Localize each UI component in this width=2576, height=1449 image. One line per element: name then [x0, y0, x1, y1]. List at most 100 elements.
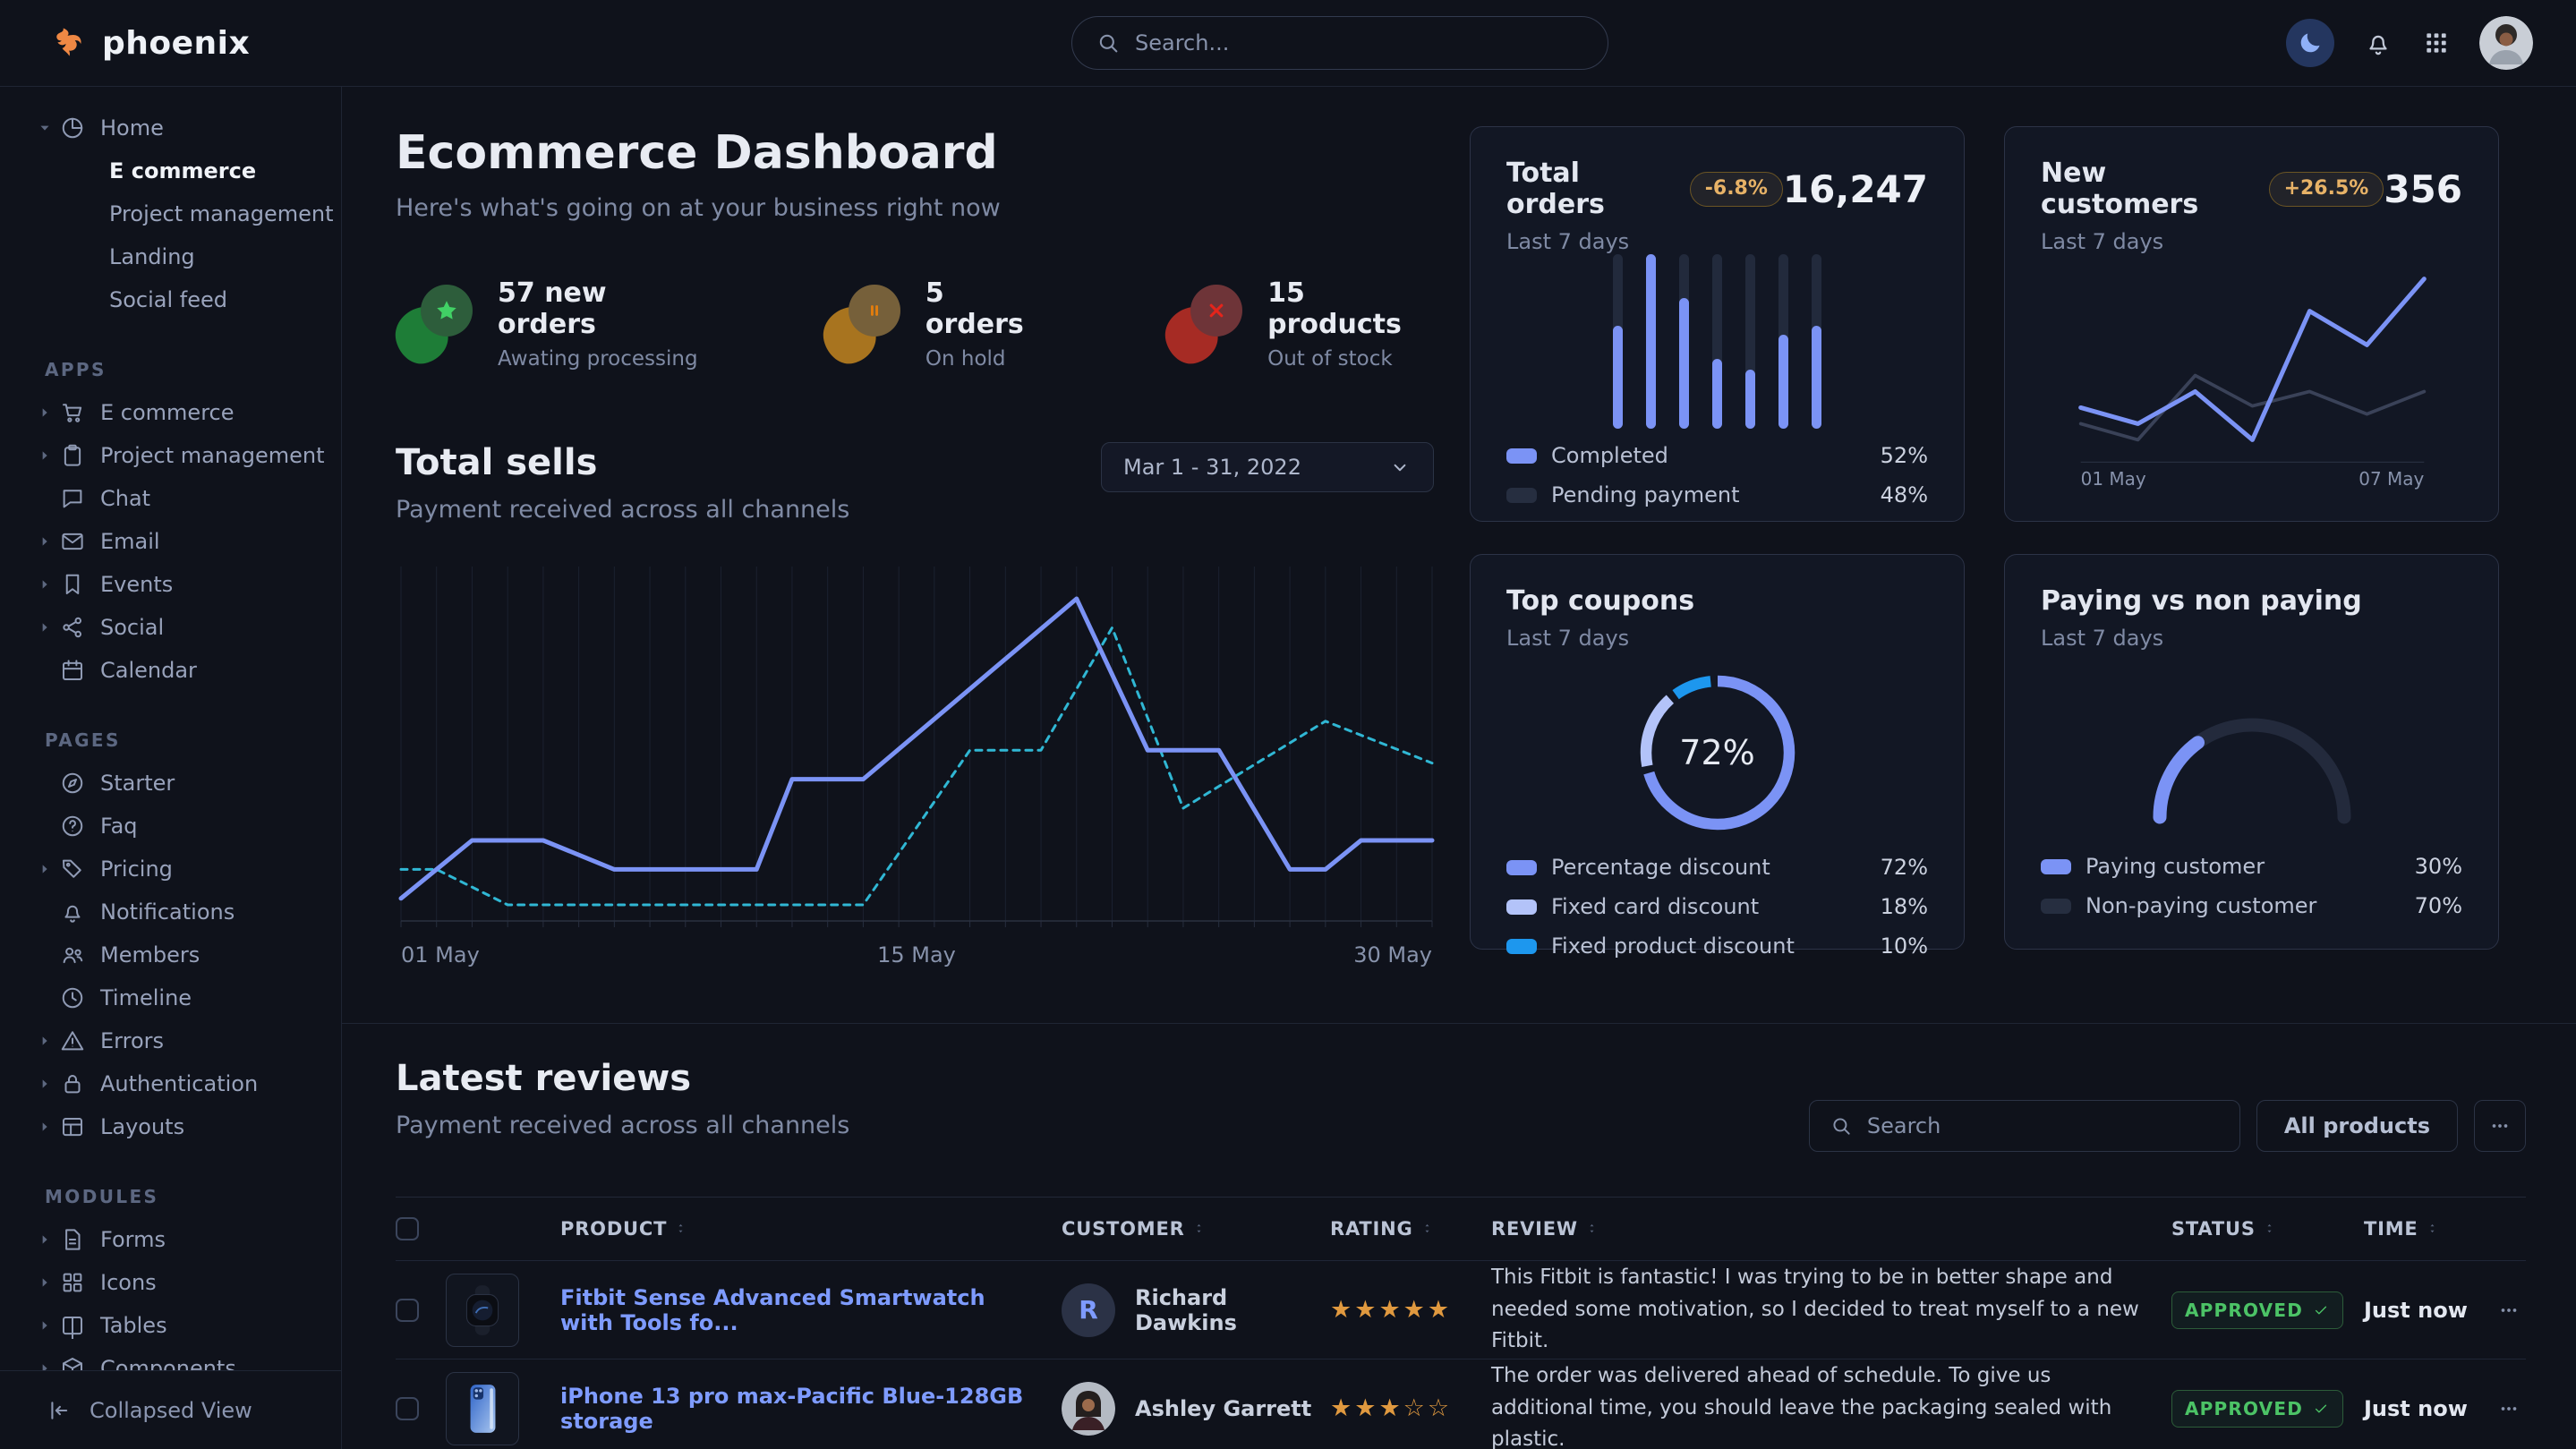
sidebar-item-e-commerce[interactable]: E commerce [0, 391, 341, 434]
column-header-status[interactable]: STATUS [2171, 1218, 2364, 1240]
sidebar: HomeE commerceProject managementLandingS… [0, 87, 342, 1449]
sidebar-item-components[interactable]: Components [0, 1347, 341, 1370]
reviews-search-input[interactable] [1867, 1113, 2220, 1138]
sidebar-item-chat[interactable]: Chat [0, 477, 341, 520]
orders-bar-chart [1506, 254, 1928, 429]
sidebar-item-timeline[interactable]: Timeline [0, 976, 341, 1019]
status-badge: APPROVED [2171, 1291, 2343, 1329]
svg-text:07 May: 07 May [2358, 468, 2424, 490]
mail-icon [59, 528, 86, 555]
column-header-product[interactable]: PRODUCT [560, 1218, 1062, 1240]
column-header-review[interactable]: REVIEW [1491, 1218, 2171, 1240]
order-bar [1712, 254, 1722, 429]
sidebar-item-pricing[interactable]: Pricing [0, 848, 341, 891]
collapse-sidebar-button[interactable]: Collapsed View [0, 1370, 341, 1449]
card-title: New customers [2041, 158, 2253, 220]
sidebar-item-project-management[interactable]: Project management [0, 434, 341, 477]
sidebar-item-email[interactable]: Email [0, 520, 341, 563]
sort-icon [2426, 1222, 2439, 1235]
legend-row: Percentage discount 72% [1506, 855, 1928, 880]
reviews-more-button[interactable] [2474, 1100, 2526, 1152]
legend-row: Paying customer 30% [2041, 854, 2462, 879]
customer-avatar: R [1062, 1283, 1115, 1337]
column-header-customer[interactable]: CUSTOMER [1062, 1218, 1330, 1240]
sidebar-item-e-commerce[interactable]: E commerce [0, 149, 341, 192]
legend-label: Fixed card discount [1551, 894, 1759, 919]
app-logo[interactable]: phoenix [50, 23, 250, 63]
sidebar-item-calendar[interactable]: Calendar [0, 649, 341, 692]
caret-right-icon [36, 860, 54, 878]
notifications-button[interactable] [2363, 28, 2393, 58]
product-thumbnail [446, 1274, 519, 1347]
sidebar-item-icons[interactable]: Icons [0, 1261, 341, 1304]
card-title: Paying vs non paying [2041, 585, 2362, 617]
sidebar-item-events[interactable]: Events [0, 563, 341, 606]
sidebar-item-authentication[interactable]: Authentication [0, 1062, 341, 1105]
rating-stars: ★★★★★ [1330, 1296, 1491, 1324]
legend-value: 52% [1881, 443, 1928, 468]
star-icon: ★ [1378, 1394, 1403, 1422]
row-actions-button[interactable] [2480, 1299, 2526, 1322]
sidebar-item-social-feed[interactable]: Social feed [0, 278, 341, 321]
row-actions-button[interactable] [2480, 1397, 2526, 1420]
search-input[interactable] [1135, 30, 1584, 55]
avatar-initial: R [1079, 1295, 1098, 1325]
phoenix-flame-icon [50, 23, 90, 63]
legend-row: Completed 52% [1506, 443, 1928, 468]
product-link[interactable]: iPhone 13 pro max-Pacific Blue-128GB sto… [560, 1384, 1062, 1434]
row-checkbox[interactable] [396, 1299, 419, 1322]
apps-menu-button[interactable] [2422, 29, 2451, 57]
reviews-search[interactable] [1809, 1100, 2240, 1152]
search-icon [1830, 1114, 1853, 1138]
sidebar-item-faq[interactable]: Faq [0, 805, 341, 848]
legend-swatch [1506, 939, 1537, 954]
sidebar-item-landing[interactable]: Landing [0, 235, 341, 278]
sidebar-item-tables[interactable]: Tables [0, 1304, 341, 1347]
ellipsis-icon [2497, 1299, 2521, 1322]
order-bar [1646, 254, 1656, 429]
reviews-table: PRODUCTCUSTOMERRATINGREVIEWSTATUSTIME Fi… [396, 1198, 2526, 1449]
compass-icon [59, 770, 86, 797]
sidebar-item-members[interactable]: Members [0, 933, 341, 976]
star-icon: ★ [1354, 1296, 1378, 1324]
select-all-checkbox[interactable] [396, 1217, 419, 1240]
grid4-icon [59, 1269, 86, 1296]
customer-name: Ashley Garrett [1135, 1396, 1311, 1421]
sidebar-item-starter[interactable]: Starter [0, 762, 341, 805]
sidebar-item-project-management[interactable]: Project management [0, 192, 341, 235]
column-header-rating[interactable]: RATING [1330, 1218, 1491, 1240]
bell-icon [59, 899, 86, 925]
change-badge: +26.5% [2269, 172, 2384, 207]
sidebar-nav: HomeE commerceProject managementLandingS… [0, 87, 341, 1370]
legend-swatch [1506, 860, 1537, 875]
table-row: iPhone 13 pro max-Pacific Blue-128GB sto… [396, 1359, 2526, 1449]
sidebar-item-home[interactable]: Home [0, 107, 341, 149]
sidebar-item-social[interactable]: Social [0, 606, 341, 649]
all-products-button[interactable]: All products [2256, 1100, 2458, 1152]
global-search[interactable] [1071, 16, 1608, 70]
total-sells-title: Total sells [396, 442, 849, 483]
row-checkbox[interactable] [396, 1397, 419, 1420]
sidebar-item-forms[interactable]: Forms [0, 1218, 341, 1261]
total-orders-card: Total orders -6.8% 16,247 Last 7 days Co… [1470, 126, 1965, 522]
order-bar [1778, 254, 1788, 429]
date-range-select[interactable]: Mar 1 - 31, 2022 [1101, 442, 1434, 492]
theme-toggle-button[interactable] [2286, 19, 2334, 67]
legend-swatch [2041, 899, 2071, 914]
sidebar-item-layouts[interactable]: Layouts [0, 1105, 341, 1148]
sidebar-item-notifications[interactable]: Notifications [0, 891, 341, 933]
user-avatar[interactable] [2479, 16, 2533, 70]
latest-reviews-section: Latest reviews Payment received across a… [342, 1024, 2576, 1449]
caret-right-icon [36, 447, 54, 465]
sidebar-item-errors[interactable]: Errors [0, 1019, 341, 1062]
pie-icon [59, 115, 86, 141]
column-header-time[interactable]: TIME [2364, 1218, 2480, 1240]
product-link[interactable]: Fitbit Sense Advanced Smartwatch with To… [560, 1285, 1062, 1335]
legend-value: 18% [1881, 894, 1928, 919]
card-period: Last 7 days [2041, 626, 2462, 651]
sort-icon [1420, 1222, 1434, 1235]
order-bar [1745, 254, 1755, 429]
caret-right-icon [36, 1075, 54, 1093]
ellipsis-icon [2488, 1114, 2512, 1138]
bookmark-icon [59, 571, 86, 598]
